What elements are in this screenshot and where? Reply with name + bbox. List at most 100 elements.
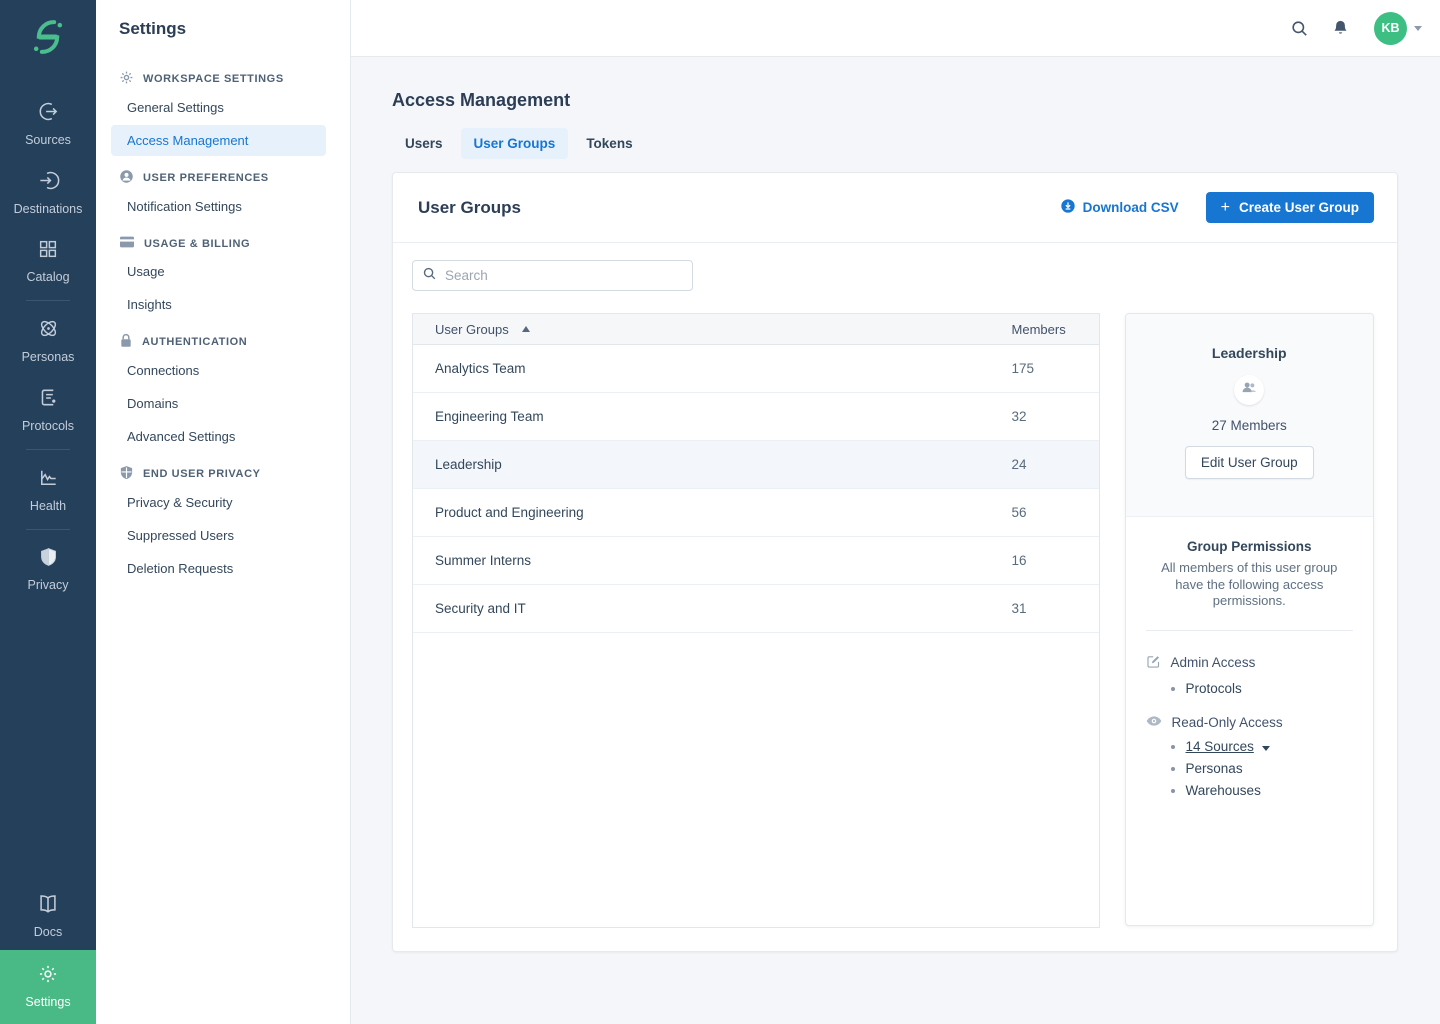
credit-card-icon	[119, 235, 135, 252]
section-header: END USER PRIVACY	[96, 465, 350, 487]
group-name: Engineering Team	[435, 409, 1012, 424]
tab-tokens[interactable]: Tokens	[573, 128, 645, 159]
detail-group-name: Leadership	[1126, 345, 1373, 361]
read-only-access-label: Read-Only Access	[1172, 715, 1283, 730]
sidebar-divider	[26, 300, 70, 301]
settings-icon	[37, 963, 59, 988]
section-authentication: AUTHENTICATION Connections Domains Advan…	[96, 333, 350, 452]
sidebar-item-docs[interactable]: Docs	[0, 881, 96, 950]
search-input[interactable]	[445, 268, 683, 283]
member-count: 24	[1012, 457, 1082, 472]
sidebar-item-privacy-security[interactable]: Privacy & Security	[111, 487, 326, 518]
section-header: USER PREFERENCES	[96, 169, 350, 191]
card-header: User Groups Download CSV + Create User G…	[393, 173, 1397, 243]
table-header: User Groups Members	[413, 314, 1099, 345]
sidebar-item-privacy[interactable]: Privacy	[0, 535, 96, 603]
search-box[interactable]	[412, 260, 693, 291]
download-icon	[1060, 198, 1076, 217]
sidebar-divider	[26, 449, 70, 450]
sidebar-item-suppressed-users[interactable]: Suppressed Users	[111, 520, 326, 551]
tab-users[interactable]: Users	[392, 128, 456, 159]
create-user-group-label: Create User Group	[1239, 200, 1359, 215]
search-icon	[422, 266, 437, 286]
tab-user-groups[interactable]: User Groups	[461, 128, 569, 159]
shield-icon	[119, 465, 134, 483]
table-row-selected[interactable]: Leadership 24	[413, 441, 1099, 489]
permissions-description: All members of this user group have the …	[1146, 560, 1353, 610]
table-row[interactable]: Product and Engineering 56	[413, 489, 1099, 537]
docs-icon	[36, 892, 60, 918]
list-item: Warehouses	[1186, 783, 1353, 798]
sidebar-item-label: Catalog	[26, 270, 69, 284]
eye-icon	[1146, 715, 1162, 730]
sidebar-item-protocols[interactable]: Protocols	[0, 375, 96, 444]
group-name: Product and Engineering	[435, 505, 1012, 520]
table-row[interactable]: Summer Interns 16	[413, 537, 1099, 585]
sidebar-item-sources[interactable]: Sources	[0, 89, 96, 158]
health-icon	[37, 466, 60, 492]
sidebar-item-settings[interactable]: Settings	[0, 950, 96, 1024]
avatar[interactable]: KB	[1374, 12, 1407, 45]
search-icon[interactable]	[1290, 19, 1309, 38]
main-area: KB Access Management Users User Groups T…	[351, 0, 1440, 1024]
user-icon	[119, 169, 134, 187]
member-count: 31	[1012, 601, 1082, 616]
user-menu[interactable]: KB	[1374, 12, 1422, 45]
column-user-groups[interactable]: User Groups	[435, 322, 1012, 337]
admin-access-label: Admin Access	[1171, 655, 1256, 670]
destinations-icon	[37, 169, 60, 195]
lock-icon	[119, 333, 133, 351]
sidebar-item-label: Personas	[22, 350, 75, 364]
column-members[interactable]: Members	[1012, 322, 1082, 337]
section-header-label: WORKSPACE SETTINGS	[143, 73, 284, 85]
create-user-group-button[interactable]: + Create User Group	[1206, 192, 1374, 223]
sidebar-item-domains[interactable]: Domains	[111, 388, 326, 419]
sidebar-item-deletion-requests[interactable]: Deletion Requests	[111, 553, 326, 584]
sidebar-item-label: Docs	[34, 925, 62, 939]
sources-icon	[37, 100, 60, 126]
user-groups-card: User Groups Download CSV + Create User G…	[392, 172, 1398, 952]
sidebar-item-access-management[interactable]: Access Management	[111, 125, 326, 156]
group-name: Summer Interns	[435, 553, 1012, 568]
table-row[interactable]: Analytics Team 175	[413, 345, 1099, 393]
chevron-down-icon	[1414, 26, 1422, 31]
plus-icon: +	[1221, 200, 1230, 216]
top-header: KB	[351, 0, 1440, 57]
section-workspace-settings: WORKSPACE SETTINGS General Settings Acce…	[96, 70, 350, 156]
card-body: User Groups Members Analytics Team 175 E…	[393, 243, 1397, 928]
sidebar-item-notification-settings[interactable]: Notification Settings	[111, 191, 326, 222]
table-row[interactable]: Security and IT 31	[413, 585, 1099, 633]
user-groups-table: User Groups Members Analytics Team 175 E…	[412, 313, 1100, 928]
sidebar-item-label: Health	[30, 499, 66, 513]
section-header: AUTHENTICATION	[96, 333, 350, 355]
sidebar-item-health[interactable]: Health	[0, 455, 96, 524]
permissions-title: Group Permissions	[1146, 539, 1353, 554]
catalog-icon	[37, 238, 59, 263]
member-count: 16	[1012, 553, 1082, 568]
sidebar-item-destinations[interactable]: Destinations	[0, 158, 96, 227]
read-only-access-list: 14 Sources Personas Warehouses	[1186, 739, 1353, 798]
sources-count-link[interactable]: 14 Sources	[1186, 739, 1254, 754]
sidebar-item-advanced-settings[interactable]: Advanced Settings	[111, 421, 326, 452]
edit-user-group-button[interactable]: Edit User Group	[1185, 446, 1314, 479]
sidebar-item-label: Sources	[25, 133, 71, 147]
edit-square-icon	[1146, 654, 1161, 672]
notifications-bell-icon[interactable]	[1331, 18, 1350, 38]
read-only-access-group: Read-Only Access	[1146, 715, 1353, 730]
member-count: 32	[1012, 409, 1082, 424]
sidebar-item-connections[interactable]: Connections	[111, 355, 326, 386]
sidebar-item-general-settings[interactable]: General Settings	[111, 92, 326, 123]
segment-logo-icon[interactable]	[27, 16, 69, 63]
admin-access-group: Admin Access	[1146, 654, 1353, 672]
sidebar-item-usage[interactable]: Usage	[111, 256, 326, 287]
sidebar-item-catalog[interactable]: Catalog	[0, 227, 96, 295]
sidebar-divider	[26, 529, 70, 530]
settings-sidebar: Settings WORKSPACE SETTINGS General Sett…	[96, 0, 351, 1024]
list-item: Protocols	[1186, 681, 1353, 696]
card-title: User Groups	[418, 198, 1060, 218]
table-row[interactable]: Engineering Team 32	[413, 393, 1099, 441]
chevron-down-icon[interactable]	[1262, 746, 1270, 751]
download-csv-button[interactable]: Download CSV	[1060, 198, 1179, 217]
sidebar-item-insights[interactable]: Insights	[111, 289, 326, 320]
sidebar-item-personas[interactable]: Personas	[0, 306, 96, 375]
